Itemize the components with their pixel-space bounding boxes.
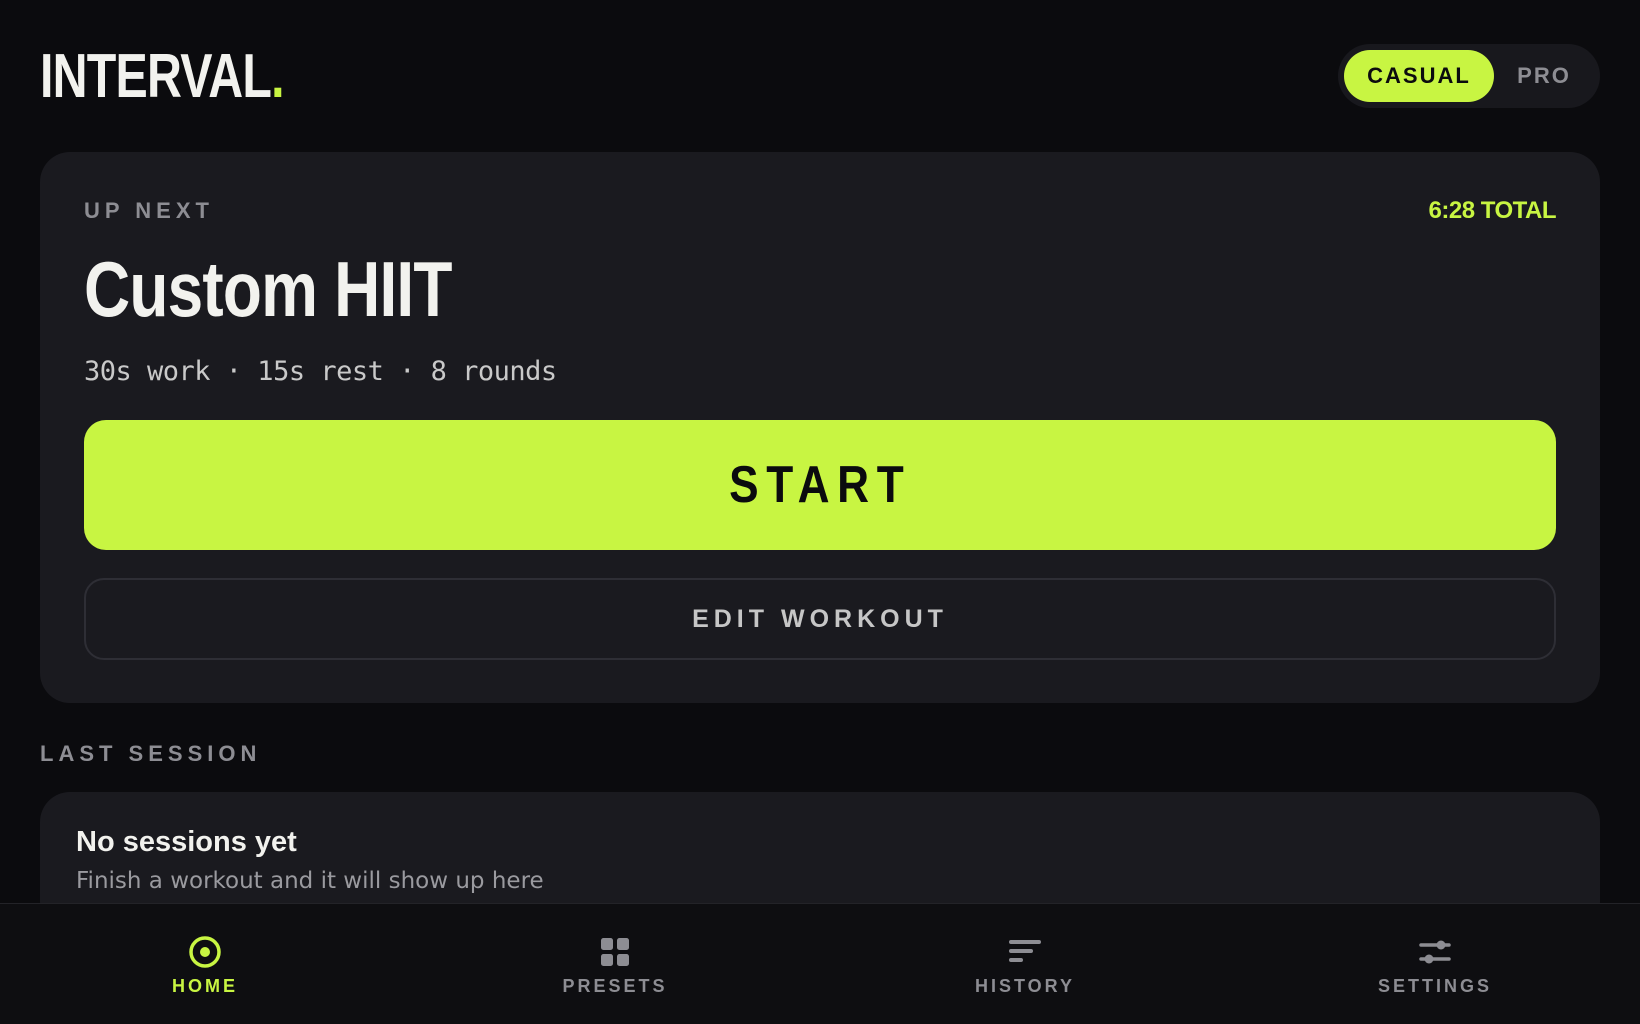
empty-state-subtitle: Finish a workout and it will show up her… <box>76 868 544 894</box>
logo-dot: . <box>271 42 284 111</box>
total-duration: 6:28 TOTAL <box>1428 197 1557 224</box>
edit-workout-button[interactable]: EDIT WORKOUT <box>84 578 1556 660</box>
mode-toggle: CASUAL PRO <box>1338 44 1600 108</box>
app-logo: INTERVAL. <box>40 42 285 112</box>
nav-label-history: HISTORY <box>974 976 1075 996</box>
mode-pro-button[interactable]: PRO <box>1494 50 1594 102</box>
target-icon <box>189 936 221 968</box>
nav-item-settings[interactable]: SETTINGS <box>1230 904 1640 1024</box>
last-session-label: LAST SESSION <box>40 741 262 766</box>
nav-item-presets[interactable]: PRESETS <box>410 904 820 1024</box>
nav-item-history[interactable]: HISTORY <box>820 904 1230 1024</box>
empty-state-title: No sessions yet <box>76 826 297 858</box>
list-bars-icon <box>1009 940 1041 962</box>
bottom-nav: HOME PRESETS HISTORY SETTINGS <box>0 903 1640 1024</box>
grid-icon <box>601 938 629 966</box>
nav-item-home[interactable]: HOME <box>0 904 410 1024</box>
nav-label-home: HOME <box>172 976 238 996</box>
workout-title: Custom HIIT <box>84 245 452 333</box>
start-button[interactable]: START <box>84 420 1556 550</box>
mode-casual-button[interactable]: CASUAL <box>1344 50 1494 102</box>
start-button-label: START <box>728 456 912 514</box>
sliders-icon <box>1419 940 1451 964</box>
up-next-card: UP NEXT 6:28 TOTAL Custom HIIT 30s work … <box>40 152 1600 703</box>
up-next-label: UP NEXT <box>84 198 214 223</box>
nav-label-presets: PRESETS <box>562 976 668 996</box>
workout-meta: 30s work · 15s rest · 8 rounds <box>84 356 557 387</box>
logo-text: INTERVAL <box>40 42 272 111</box>
nav-label-settings: SETTINGS <box>1377 976 1492 996</box>
